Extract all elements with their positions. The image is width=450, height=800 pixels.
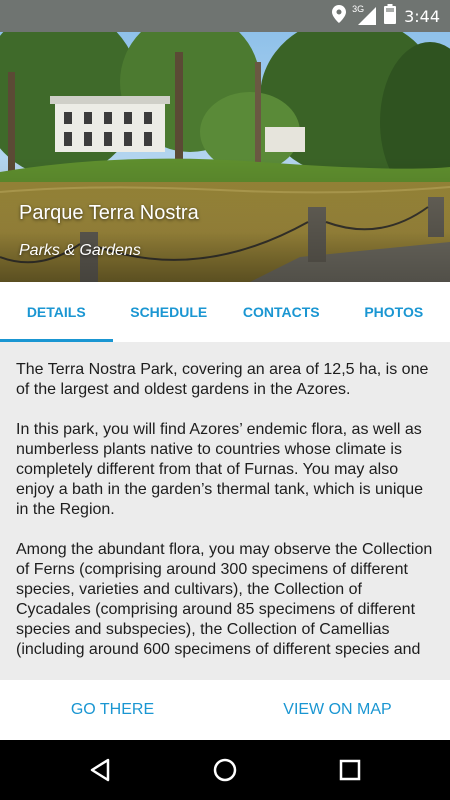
- details-paragraph: Among the abundant flora, you may observ…: [16, 541, 433, 658]
- details-paragraph: In this park, you will find Azores’ ende…: [16, 421, 424, 518]
- action-bar: GO THERE VIEW ON MAP: [0, 680, 450, 740]
- hero-image: Parque Terra Nostra Parks & Gardens: [0, 32, 450, 282]
- battery-icon: [384, 3, 397, 29]
- home-icon[interactable]: [209, 754, 241, 786]
- view-on-map-button[interactable]: VIEW ON MAP: [225, 680, 450, 740]
- location-icon: [332, 4, 347, 28]
- tab-bar: DETAILS SCHEDULE CONTACTS PHOTOS: [0, 282, 450, 342]
- details-paragraph: The Terra Nostra Park, covering an area …: [16, 361, 429, 398]
- place-category: Parks & Gardens: [19, 242, 141, 259]
- tab-contacts[interactable]: CONTACTS: [225, 282, 338, 342]
- back-icon[interactable]: [84, 754, 116, 786]
- tab-details[interactable]: DETAILS: [0, 282, 113, 342]
- place-title: Parque Terra Nostra: [19, 202, 199, 224]
- system-nav-bar: [0, 740, 450, 800]
- status-bar: 3G 3:44: [0, 0, 450, 32]
- network-type-label: 3G: [352, 4, 365, 14]
- signal-icon: 3G: [352, 4, 377, 25]
- tab-schedule[interactable]: SCHEDULE: [113, 282, 226, 342]
- status-time: 3:44: [404, 6, 440, 26]
- recents-icon[interactable]: [334, 754, 366, 786]
- tab-photos[interactable]: PHOTOS: [338, 282, 450, 342]
- details-content[interactable]: The Terra Nostra Park, covering an area …: [0, 342, 450, 680]
- go-there-button[interactable]: GO THERE: [0, 680, 225, 740]
